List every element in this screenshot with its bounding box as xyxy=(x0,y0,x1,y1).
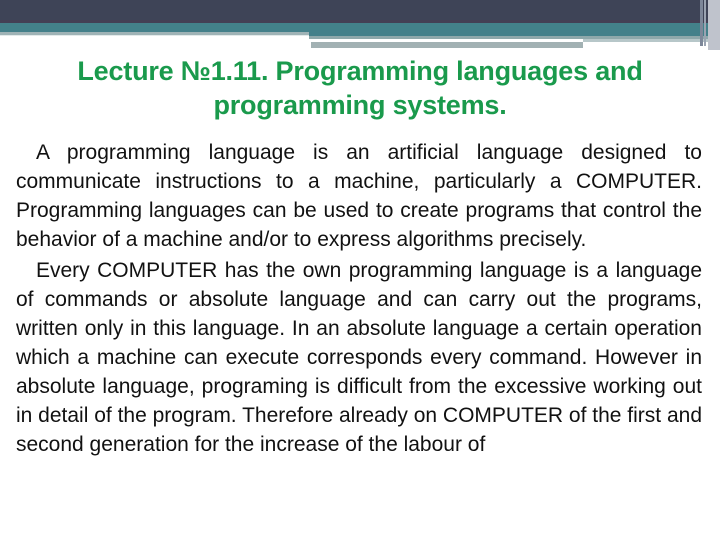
body-paragraph-2: Every COMPUTER has the own programming l… xyxy=(16,259,702,456)
slide-title-line-1: Lecture №1.11. Programming languages and xyxy=(77,56,643,86)
header-vertical-stripe-3 xyxy=(708,0,720,50)
header-strip-c xyxy=(311,42,583,48)
slide-title-line-2: programming systems. xyxy=(213,90,507,120)
slide-title: Lecture №1.11. Programming languages and… xyxy=(0,54,720,122)
header-vertical-stripe-1 xyxy=(700,0,703,46)
header-light-line-left xyxy=(0,35,309,36)
slide-body: A programming language is an artificial … xyxy=(16,138,702,459)
body-paragraph-1: A programming language is an artificial … xyxy=(16,141,702,251)
header-teal-band xyxy=(0,23,720,32)
header-vertical-stripe-2 xyxy=(704,0,706,46)
slide-header-decoration xyxy=(0,0,720,56)
